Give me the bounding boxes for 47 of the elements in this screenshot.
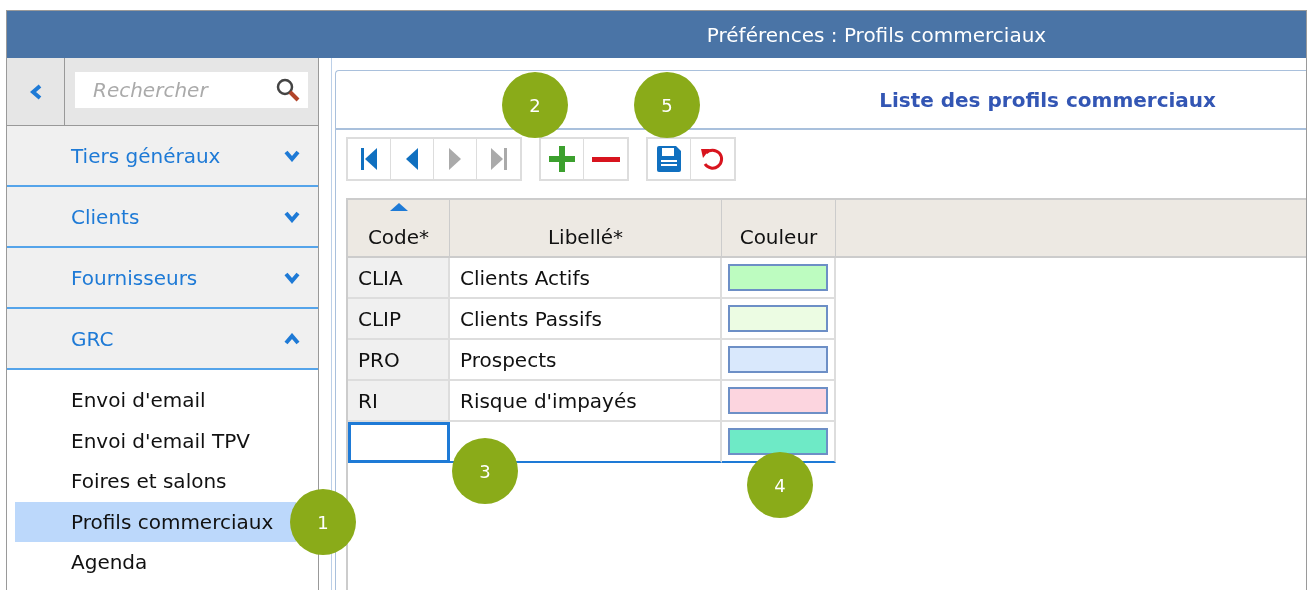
color-swatch[interactable]: [728, 387, 828, 414]
callout-marker: 3: [452, 438, 518, 504]
callout-marker: 2: [502, 72, 568, 138]
window-title: Préférences : Profils commerciaux: [706, 22, 1047, 47]
sidebar-item[interactable]: Envoi d'email: [15, 380, 296, 421]
sidebar-item[interactable]: Profils commerciaux: [15, 501, 296, 542]
table-cell: Clients Actifs: [450, 258, 722, 299]
code-input-field[interactable]: [348, 422, 450, 463]
chevron-left-icon: [29, 83, 42, 100]
table-cell: Prospects: [450, 340, 722, 381]
sidebar-section[interactable]: Fournisseurs: [7, 248, 318, 309]
search-field[interactable]: Rechercher: [75, 72, 308, 108]
sidebar-section[interactable]: GRC: [7, 309, 318, 370]
minus-icon: [591, 156, 620, 162]
color-swatch[interactable]: [728, 305, 828, 332]
previous-icon: [405, 147, 419, 171]
chevron-down-icon: [284, 210, 300, 223]
sidebar-section[interactable]: Tiers généraux: [7, 126, 318, 187]
table-cell: RI: [348, 381, 450, 422]
last-record-icon: [489, 147, 508, 171]
callout-marker: 5: [634, 72, 700, 138]
color-swatch[interactable]: [728, 264, 828, 291]
save-icon: [657, 146, 681, 172]
first-record-icon: [360, 147, 378, 171]
column-header[interactable]: Code*: [348, 200, 450, 256]
table-cell: Clients Passifs: [450, 299, 722, 340]
plus-icon: [549, 146, 575, 172]
undo-icon: [699, 146, 726, 172]
next-icon: [448, 147, 462, 171]
table-cell: CLIA: [348, 258, 450, 299]
chevron-down-icon: [284, 149, 300, 162]
sidebar-item[interactable]: Envoi d'email TPV: [15, 420, 296, 461]
table-cell: Risque d'impayés: [450, 381, 722, 422]
chevron-down-icon: [284, 271, 300, 284]
column-header[interactable]: Couleur: [722, 200, 836, 256]
table-cell: CLIP: [348, 299, 450, 340]
callout-marker: 4: [747, 452, 813, 518]
panel-title: Liste des profils commerciaux: [879, 87, 1216, 112]
search-icon: [276, 78, 300, 102]
color-swatch[interactable]: [728, 428, 828, 455]
sidebar-section[interactable]: Clients: [7, 187, 318, 248]
color-swatch[interactable]: [728, 346, 828, 373]
callout-marker: 1: [290, 489, 356, 555]
sort-ascending-icon: [388, 202, 409, 212]
chevron-up-icon: [284, 332, 300, 345]
column-header[interactable]: Libellé*: [450, 200, 722, 256]
table-cell: PRO: [348, 340, 450, 381]
